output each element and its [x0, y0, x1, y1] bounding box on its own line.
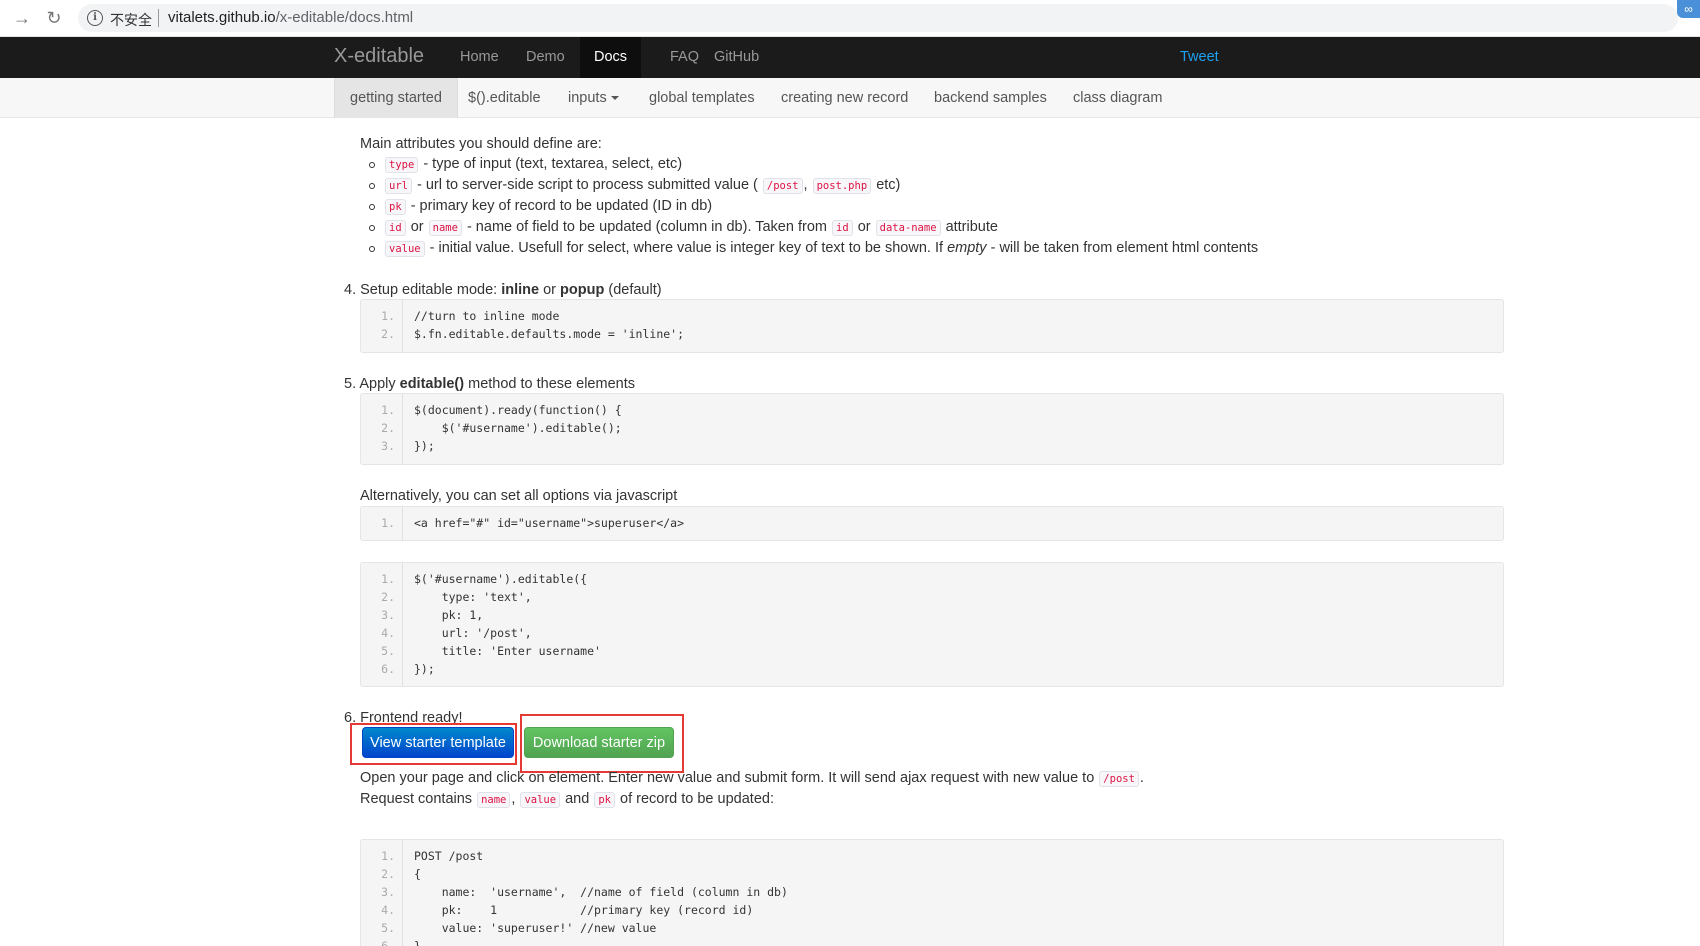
attr-pk: pk - primary key of record to be updated… [384, 198, 712, 215]
browser-toolbar: → ↻ i 不安全 vitalets.github.io/x-editable/… [0, 0, 1700, 37]
code-block-request: 1. POST /post 2.{ 3. name: 'username', //… [360, 839, 1504, 946]
tweet-button[interactable]: Tweet [1180, 37, 1219, 78]
attr-url: url - url to server-side script to proce… [384, 177, 900, 194]
list-bullet [369, 204, 375, 210]
subnav-backend-samples[interactable]: backend samples [919, 78, 1062, 118]
reload-icon[interactable]: ↻ [44, 8, 64, 28]
list-bullet [369, 183, 375, 189]
forward-arrow-icon[interactable]: → [12, 8, 32, 28]
request-contains-text: Request contains name, value and pk of r… [360, 791, 774, 808]
nav-docs[interactable]: Docs [580, 37, 642, 78]
subnav-global-templates[interactable]: global templates [634, 78, 770, 118]
attr-type: type - type of input (text, textarea, se… [384, 156, 682, 173]
alternative-text: Alternatively, you can set all options v… [360, 488, 678, 504]
url-text[interactable]: vitalets.github.io/x-editable/docs.html [168, 9, 413, 26]
docs-subnav: getting started $().editable inputs glob… [0, 78, 1700, 118]
code-block-inline-mode: 1.//turn to inline mode 2. $.fn.editable.… [360, 299, 1504, 353]
brand-logo[interactable]: X-editable [334, 45, 424, 68]
subnav-getting-started[interactable]: getting started [334, 78, 458, 118]
subnav-class-diagram[interactable]: class diagram [1058, 78, 1177, 118]
view-starter-template-button[interactable]: View starter template [362, 727, 514, 758]
extension-icon[interactable]: ∞ [1677, 0, 1700, 18]
step4-heading: 4. Setup editable mode: inline or popup … [344, 282, 662, 298]
download-starter-zip-button[interactable]: Download starter zip [524, 727, 674, 758]
list-bullet [369, 225, 375, 231]
open-page-text: Open your page and click on element. Ent… [360, 770, 1144, 787]
subnav-editable[interactable]: $().editable [453, 78, 556, 118]
code-block-js-options: 1. $('#username').editable({ 2. type: 'te… [360, 562, 1504, 687]
code-block-html: 1. <a href="#" id="username">superuser</a… [360, 506, 1504, 541]
info-icon[interactable]: i [87, 10, 103, 26]
top-navbar: X-editable Home Demo Docs FAQ GitHub Twe… [0, 37, 1700, 78]
attr-id-name: id or name - name of field to be updated… [384, 219, 998, 236]
caret-down-icon [610, 96, 619, 101]
list-bullet [369, 246, 375, 252]
insecure-label: 不安全 [110, 13, 152, 29]
address-separator [158, 9, 159, 27]
code-block-apply: 1. $(document).ready(function() { 2. $('#… [360, 393, 1504, 465]
subnav-inputs[interactable]: inputs [553, 78, 634, 118]
list-bullet [369, 162, 375, 168]
address-bar[interactable]: i 不安全 vitalets.github.io/x-editable/docs… [78, 4, 1678, 32]
nav-demo[interactable]: Demo [512, 37, 579, 78]
nav-github[interactable]: GitHub [700, 37, 773, 78]
main-attrs-intro: Main attributes you should define are: [360, 136, 602, 152]
step5-heading: 5. Apply editable() method to these elem… [344, 376, 635, 392]
subnav-creating-new-record[interactable]: creating new record [766, 78, 923, 118]
attr-value: value - initial value. Usefull for selec… [384, 240, 1258, 257]
subnav-inputs-label: inputs [568, 90, 607, 106]
code-gutter [361, 300, 403, 352]
nav-home[interactable]: Home [446, 37, 513, 78]
